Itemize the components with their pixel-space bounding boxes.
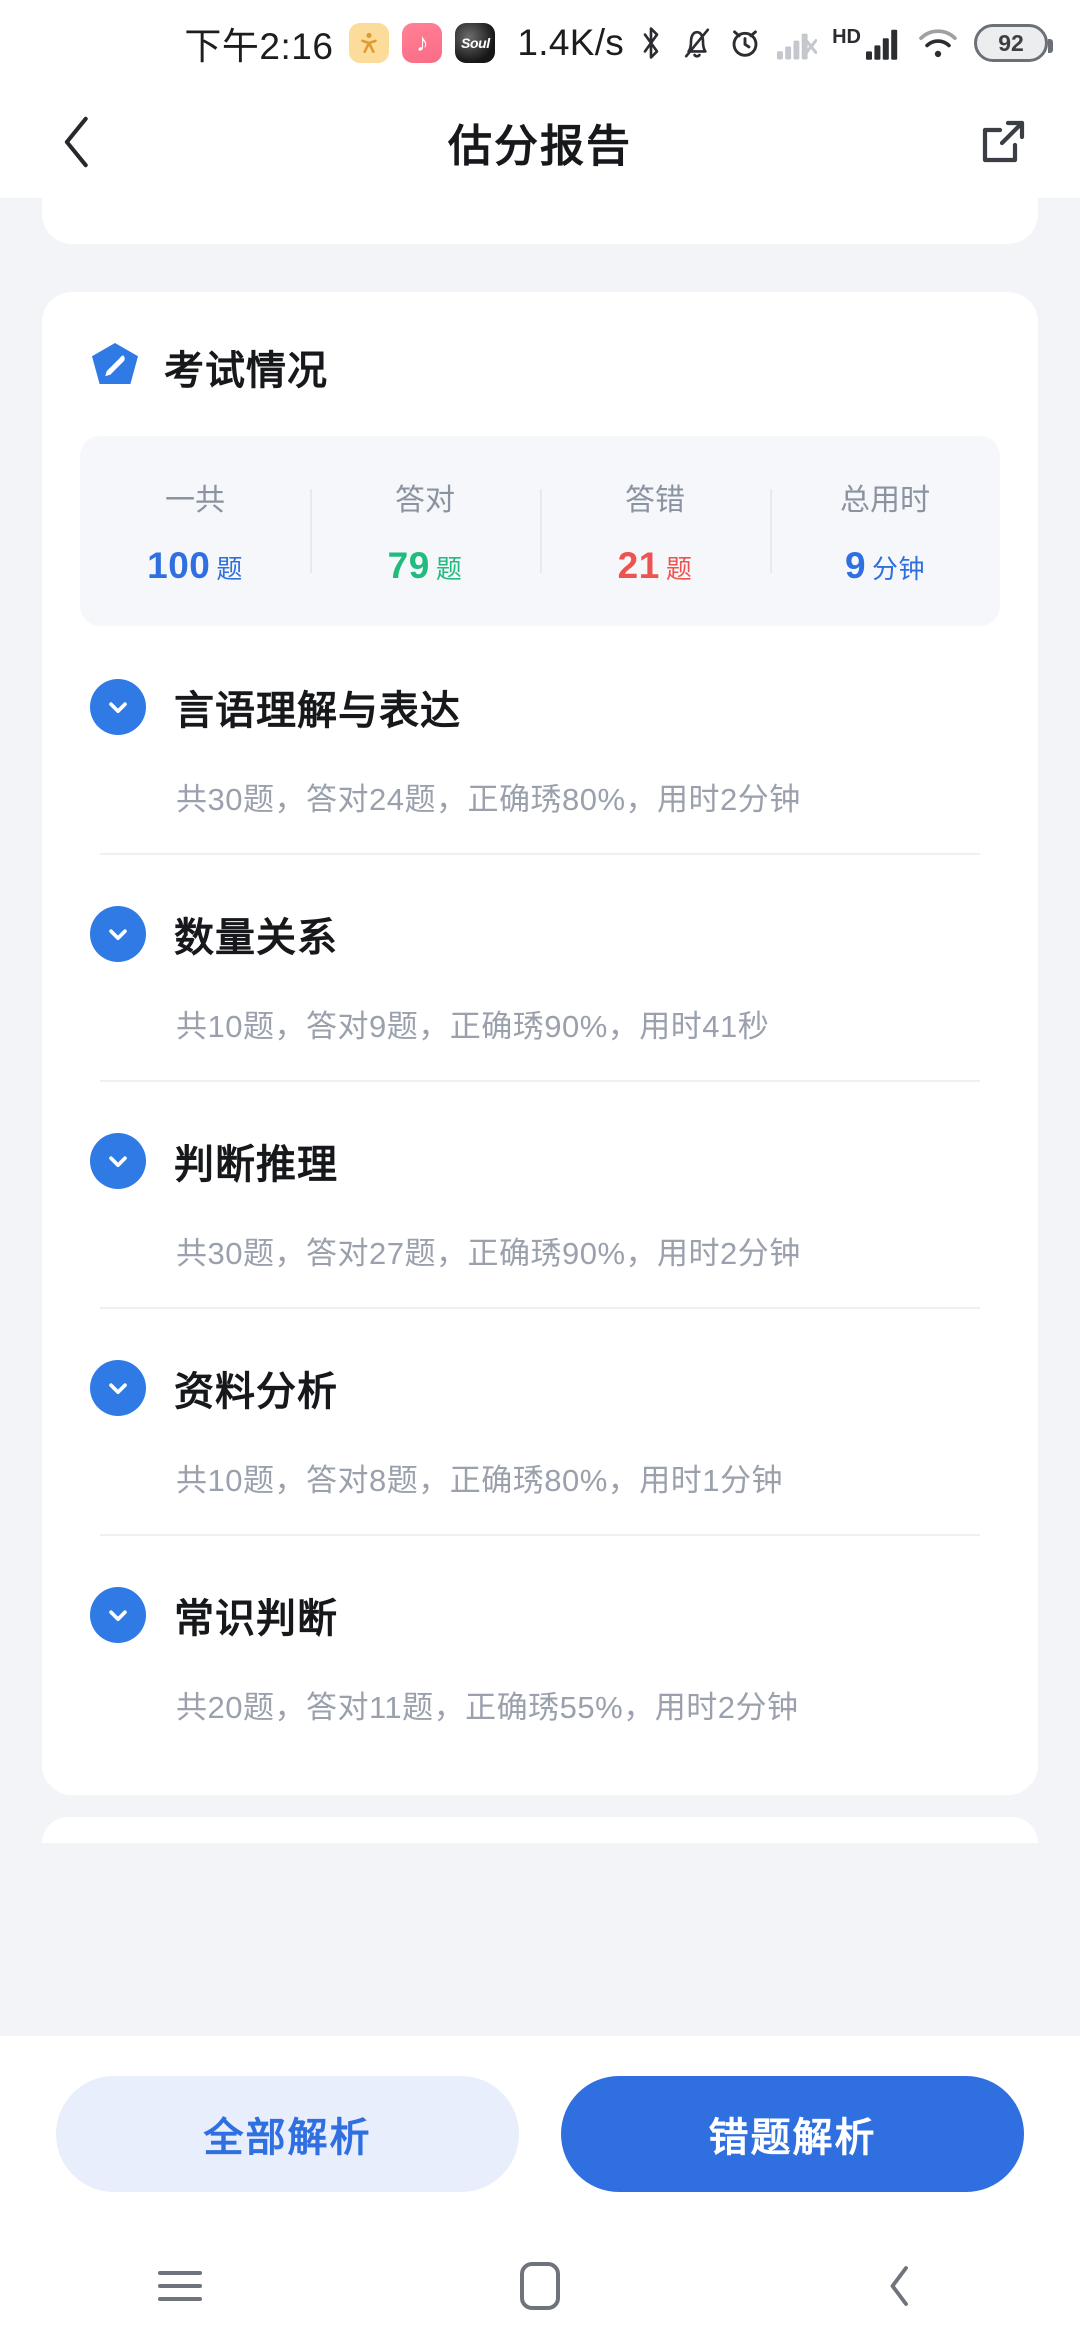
share-button[interactable] <box>972 111 1034 173</box>
stat-unit: 题 <box>216 554 243 584</box>
pen-badge-icon <box>88 341 142 393</box>
next-card-stub <box>42 1817 1038 1843</box>
keep-icon <box>349 23 390 63</box>
category-name: 常识判断 <box>174 1597 338 1641</box>
back-button[interactable] <box>46 111 108 173</box>
system-nav-bar <box>0 2232 1080 2340</box>
category-detail: 共10题，答对9题，正确琇90%，用时41秒 <box>176 1009 770 1044</box>
signal-2-icon <box>866 26 902 60</box>
category-header[interactable]: 言语理解与表达 <box>80 678 1000 736</box>
stat-label: 总用时 <box>840 484 930 517</box>
stat-number: 79 <box>387 545 430 586</box>
action-bar: 全部解析 错题解析 <box>0 2036 1080 2232</box>
category-row[interactable]: 常识判断 共20题，答对11题，正确琇55%，用时2分钟 <box>80 1534 1000 1761</box>
alarm-icon <box>728 26 762 60</box>
stat-total: 一共 100 题 <box>80 475 310 587</box>
category-name: 资料分析 <box>174 1370 338 1414</box>
stats-strip: 一共 100 题 答对 79 题 答错 21 题 总用时 9 分钟 <box>80 436 1000 626</box>
stat-label: 一共 <box>165 484 225 517</box>
category-detail: 共20题，答对11题，正确琇55%，用时2分钟 <box>176 1690 799 1725</box>
nav-back-icon[interactable] <box>830 2232 970 2340</box>
hd-icon: HD <box>832 26 861 48</box>
category-row[interactable]: 判断推理 共30题，答对27题，正确琇90%，用时2分钟 <box>80 1080 1000 1307</box>
category-name: 言语理解与表达 <box>174 689 461 733</box>
app-bar: 估分报告 <box>0 86 1080 198</box>
status-bar: 下午2:16 ♪ Soul 1.4K/s HD 92 <box>0 0 1080 86</box>
previous-card-stub <box>42 198 1038 244</box>
battery-icon: 92 <box>974 24 1053 62</box>
recents-icon[interactable] <box>110 2232 250 2340</box>
chevron-down-icon[interactable] <box>90 1587 146 1643</box>
chevron-down-icon[interactable] <box>90 679 146 735</box>
soul-app-icon: Soul <box>455 23 496 63</box>
phone-screen: 下午2:16 ♪ Soul 1.4K/s HD 92 估分报告 考试情况 一共 … <box>0 0 1080 2340</box>
stat-number: 21 <box>617 545 660 586</box>
status-icons: HD 92 <box>636 24 1053 62</box>
chevron-down-icon[interactable] <box>90 1360 146 1416</box>
wrong-analysis-button[interactable]: 错题解析 <box>561 2076 1024 2192</box>
stat-unit: 题 <box>665 554 693 584</box>
category-detail: 共30题，答对27题，正确琇90%，用时2分钟 <box>176 1236 801 1271</box>
stat-label: 答对 <box>395 484 455 517</box>
stat-value: 100 题 <box>147 545 243 587</box>
stat-correct: 答对 79 题 <box>310 475 540 587</box>
category-header[interactable]: 判断推理 <box>80 1132 1000 1190</box>
category-detail: 共30题，答对24题，正确琇80%，用时2分钟 <box>176 782 801 817</box>
category-detail: 共10题，答对8题，正确琇80%，用时1分钟 <box>176 1463 784 1498</box>
stat-value: 9 分钟 <box>845 545 925 587</box>
exam-summary-card: 考试情况 一共 100 题 答对 79 题 答错 21 题 总用时 9 分钟 言… <box>42 292 1038 1795</box>
category-row[interactable]: 资料分析 共10题，答对8题，正确琇80%，用时1分钟 <box>80 1307 1000 1534</box>
category-row[interactable]: 数量关系 共10题，答对9题，正确琇90%，用时41秒 <box>80 853 1000 1080</box>
category-name: 数量关系 <box>174 916 338 960</box>
recents-glyph <box>158 2271 202 2301</box>
chevron-down-icon[interactable] <box>90 1133 146 1189</box>
stat-duration: 总用时 9 分钟 <box>770 475 1000 587</box>
bluetooth-icon <box>636 25 666 61</box>
category-name: 判断推理 <box>174 1143 338 1187</box>
stat-value: 21 题 <box>618 545 693 587</box>
scroll-content[interactable]: 考试情况 一共 100 题 答对 79 题 答错 21 题 总用时 9 分钟 言… <box>0 198 1080 2036</box>
stat-value: 79 题 <box>388 545 463 587</box>
stat-unit: 分钟 <box>872 554 926 584</box>
page-title: 估分报告 <box>448 122 632 171</box>
status-time: 下午2:16 <box>184 26 334 67</box>
chevron-down-icon[interactable] <box>90 906 146 962</box>
home-icon[interactable] <box>470 2232 610 2340</box>
section-title: 考试情况 <box>164 349 328 393</box>
battery-level: 92 <box>998 29 1024 56</box>
home-glyph <box>520 2262 560 2310</box>
category-header[interactable]: 资料分析 <box>80 1359 1000 1417</box>
category-row[interactable]: 言语理解与表达 共30题，答对24题，正确琇80%，用时2分钟 <box>80 626 1000 853</box>
silent-icon <box>681 25 713 61</box>
stat-label: 答错 <box>625 484 685 517</box>
wifi-icon <box>917 26 959 60</box>
stat-number: 9 <box>844 545 867 586</box>
network-speed: 1.4K/s <box>517 22 625 63</box>
category-header[interactable]: 常识判断 <box>80 1586 1000 1644</box>
stat-wrong: 答错 21 题 <box>540 475 770 587</box>
music-icon: ♪ <box>402 23 443 63</box>
status-app-icons: ♪ Soul <box>349 23 496 63</box>
section-header: 考试情况 <box>80 338 1000 396</box>
stat-number: 100 <box>147 545 211 586</box>
all-analysis-button[interactable]: 全部解析 <box>56 2076 519 2192</box>
stat-unit: 题 <box>435 554 463 584</box>
signal-1-icon <box>777 26 818 60</box>
category-header[interactable]: 数量关系 <box>80 905 1000 963</box>
